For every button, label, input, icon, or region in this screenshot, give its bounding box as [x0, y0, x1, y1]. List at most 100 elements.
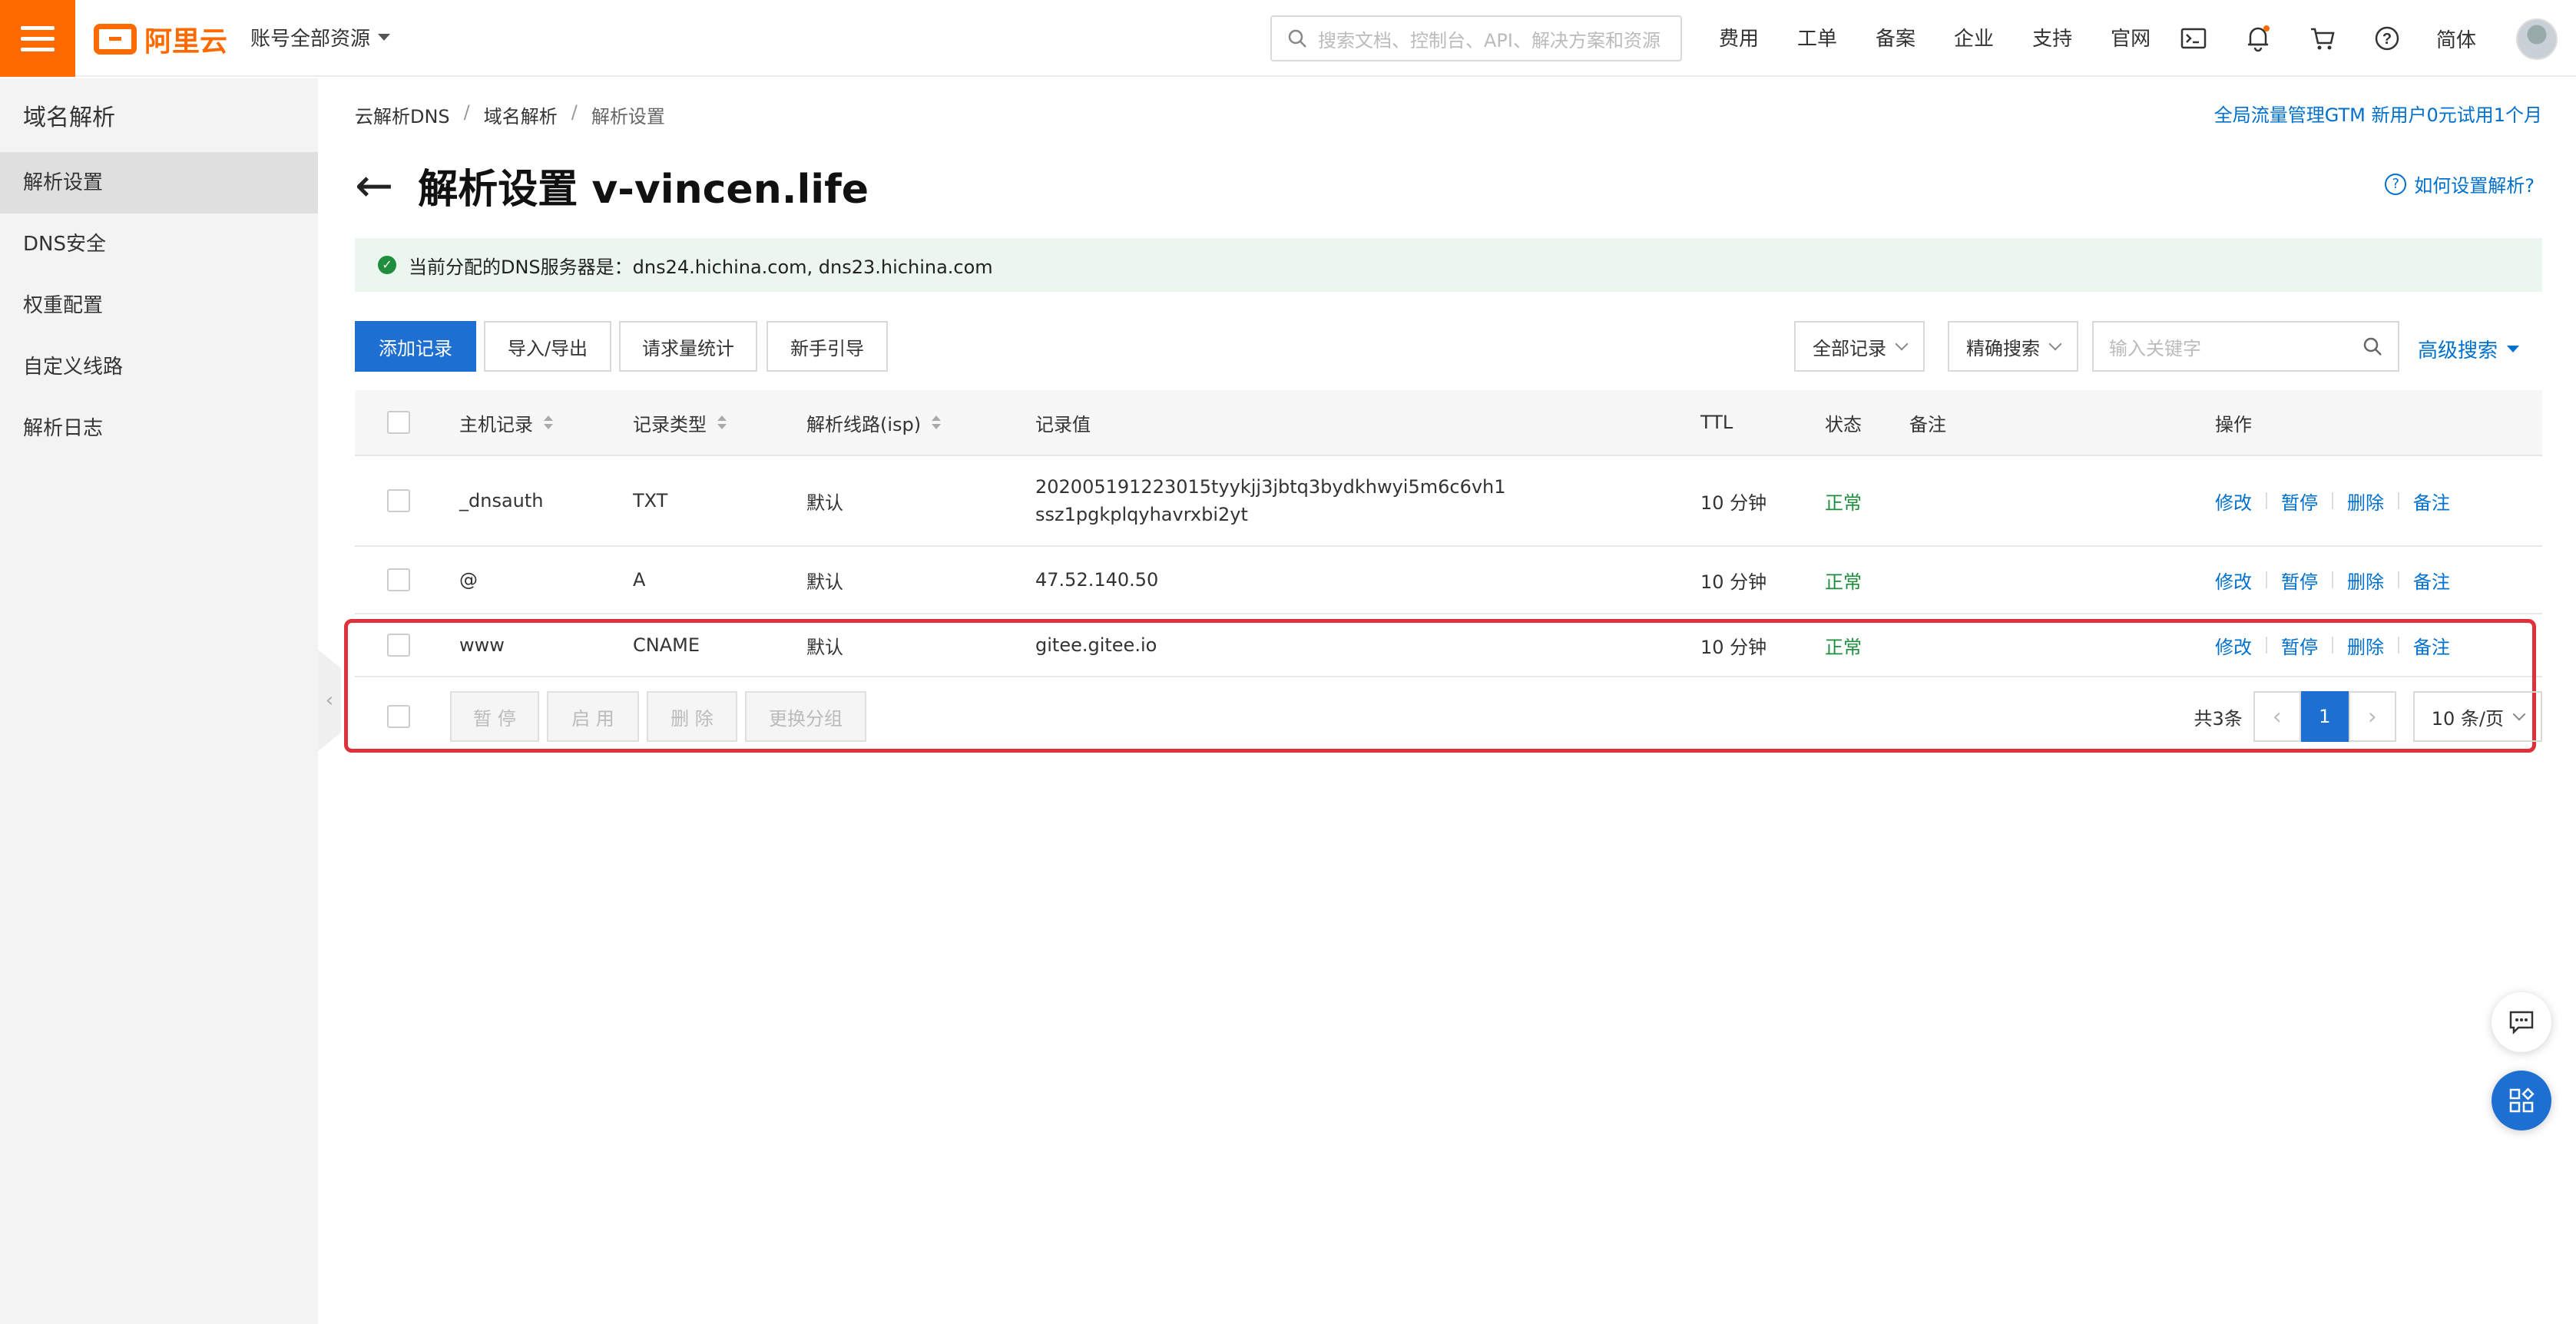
- breadcrumb-cloud-dns[interactable]: 云解析DNS: [355, 101, 450, 128]
- record-filter-value: 全部记录: [1813, 337, 1886, 359]
- page-number-current[interactable]: 1: [2300, 691, 2349, 742]
- page-size-select[interactable]: 10 条/页: [2412, 691, 2542, 742]
- row-checkbox[interactable]: [387, 568, 410, 591]
- delete-link[interactable]: 删除: [2347, 567, 2384, 594]
- request-stats-button[interactable]: 请求量统计: [619, 321, 757, 372]
- sidebar-item-dns-logs[interactable]: 解析日志: [0, 398, 318, 459]
- search-mode-value: 精确搜索: [1966, 337, 2040, 359]
- search-icon[interactable]: [2362, 336, 2382, 356]
- edit-link[interactable]: 修改: [2215, 632, 2252, 659]
- pause-link[interactable]: 暂停: [2281, 632, 2318, 659]
- help-icon[interactable]: ?: [2372, 22, 2402, 55]
- remark-link[interactable]: 备注: [2413, 632, 2450, 659]
- select-all-cell: [387, 390, 410, 455]
- nav-billing[interactable]: 费用: [1719, 23, 1759, 51]
- add-record-button[interactable]: 添加记录: [355, 321, 476, 372]
- sidebar: 域名解析 解析设置 DNS安全 权重配置 自定义线路 解析日志: [0, 78, 318, 1324]
- pause-link[interactable]: 暂停: [2281, 567, 2318, 594]
- remark-link[interactable]: 备注: [2413, 567, 2450, 594]
- avatar[interactable]: [2516, 18, 2558, 60]
- nav-enterprise[interactable]: 企业: [1954, 23, 1994, 51]
- aliyun-logo[interactable]: 阿里云: [94, 22, 227, 58]
- cell-value-line1: 202005191223015tyykjj3jbtq3bydkhwyi5m6c6…: [1035, 476, 1506, 498]
- row-checkbox[interactable]: [387, 634, 410, 657]
- select-all-checkbox[interactable]: [387, 411, 410, 434]
- chat-float-button[interactable]: [2492, 992, 2551, 1052]
- cell-value: 202005191223015tyykjj3jbtq3bydkhwyi5m6c6…: [1035, 456, 1506, 545]
- search-mode-select[interactable]: 精确搜索: [1948, 321, 2078, 372]
- cell-line: 默认: [806, 571, 843, 593]
- prev-page-icon[interactable]: ‹: [2253, 691, 2301, 742]
- cell-value: gitee.gitee.io: [1035, 634, 1157, 656]
- sidebar-item-weight-config[interactable]: 权重配置: [0, 275, 318, 336]
- col-type[interactable]: 记录类型: [633, 390, 727, 455]
- search-placeholder: 搜索文档、控制台、API、解决方案和资源: [1318, 29, 1660, 51]
- total-count: 共3条: [2194, 707, 2243, 730]
- chevron-down-icon: [2048, 337, 2062, 351]
- record-filter-select[interactable]: 全部记录: [1794, 321, 1925, 372]
- col-line[interactable]: 解析线路(isp): [806, 390, 942, 455]
- sidebar-collapse-handle[interactable]: ‹: [318, 650, 341, 751]
- col-ttl: TTL: [1700, 412, 1733, 433]
- gtm-promo-link[interactable]: 全局流量管理GTM 新用户0元试用1个月: [2214, 100, 2542, 127]
- breadcrumb-current: 解析设置: [591, 106, 665, 127]
- caret-down-icon: [2507, 346, 2520, 353]
- global-search-input[interactable]: 搜索文档、控制台、API、解决方案和资源: [1270, 15, 1682, 61]
- advanced-search-toggle[interactable]: 高级搜索: [2418, 335, 2520, 363]
- cell-ttl: 10 分钟: [1700, 571, 1767, 593]
- bell-icon[interactable]: [2243, 22, 2273, 55]
- back-arrow-icon[interactable]: ←: [355, 163, 393, 209]
- cell-ops: 修改 暂停 删除 备注: [2215, 547, 2450, 613]
- breadcrumb-domain-dns[interactable]: 域名解析: [484, 101, 558, 128]
- nav-icp[interactable]: 备案: [1876, 23, 1915, 51]
- cell-type: CNAME: [633, 634, 700, 656]
- nav-official-site[interactable]: 官网: [2111, 23, 2151, 51]
- terminal-icon[interactable]: [2178, 22, 2209, 55]
- edit-link[interactable]: 修改: [2215, 567, 2252, 594]
- delete-link[interactable]: 删除: [2347, 488, 2384, 515]
- page-header: ← 解析设置 v-vincen.life: [355, 157, 869, 214]
- remark-link[interactable]: 备注: [2413, 488, 2450, 515]
- keyword-placeholder: 输入关键字: [2109, 337, 2201, 359]
- svg-text:?: ?: [2382, 31, 2392, 48]
- how-to-setup-help-link[interactable]: ? 如何设置解析?: [2385, 170, 2535, 197]
- col-host[interactable]: 主机记录: [459, 390, 553, 455]
- chevron-down-icon: [1895, 337, 1909, 351]
- apps-float-button[interactable]: [2492, 1071, 2551, 1130]
- language-switch[interactable]: 简体: [2436, 25, 2476, 53]
- col-host-label: 主机记录: [459, 413, 533, 435]
- breadcrumb-separator: /: [463, 101, 470, 123]
- col-line-label: 解析线路(isp): [806, 413, 922, 435]
- menu-icon[interactable]: [0, 0, 75, 77]
- next-page-icon[interactable]: ›: [2348, 691, 2396, 742]
- keyword-input[interactable]: 输入关键字: [2092, 321, 2399, 372]
- sidebar-item-dns-security[interactable]: DNS安全: [0, 213, 318, 275]
- footer-select-all-checkbox[interactable]: [387, 705, 410, 728]
- sidebar-item-dns-settings[interactable]: 解析设置: [0, 152, 318, 213]
- beginner-guide-button[interactable]: 新手引导: [767, 321, 888, 372]
- account-scope-dropdown[interactable]: 账号全部资源: [250, 23, 391, 51]
- col-status: 状态: [1825, 413, 1862, 435]
- batch-pause-button[interactable]: 暂 停: [450, 691, 539, 742]
- change-group-button[interactable]: 更换分组: [745, 691, 866, 742]
- cell-ops: 修改 暂停 删除 备注: [2215, 614, 2450, 676]
- edit-link[interactable]: 修改: [2215, 488, 2252, 515]
- cell-ttl: 10 分钟: [1700, 636, 1767, 658]
- table-row: _dnsauth TXT 默认 202005191223015tyykjj3jb…: [355, 456, 2542, 547]
- sidebar-item-custom-lines[interactable]: 自定义线路: [0, 336, 318, 398]
- table-row: @ A 默认 47.52.140.50 10 分钟 正常 修改 暂停 删除 备注: [355, 547, 2542, 614]
- delete-link[interactable]: 删除: [2347, 632, 2384, 659]
- dns-server-notice: ✓ 当前分配的DNS服务器是：dns24.hichina.com, dns23.…: [355, 238, 2542, 292]
- nav-tickets[interactable]: 工单: [1797, 23, 1837, 51]
- batch-enable-button[interactable]: 启 用: [547, 691, 639, 742]
- cell-value: 47.52.140.50: [1035, 569, 1159, 591]
- cell-ops: 修改 暂停 删除 备注: [2215, 456, 2450, 545]
- nav-support[interactable]: 支持: [2032, 23, 2072, 51]
- pause-link[interactable]: 暂停: [2281, 488, 2318, 515]
- cell-host: @: [459, 569, 478, 591]
- cart-icon[interactable]: [2307, 22, 2338, 55]
- import-export-button[interactable]: 导入/导出: [484, 321, 611, 372]
- row-checkbox[interactable]: [387, 489, 410, 512]
- cell-status: 正常: [1825, 571, 1862, 593]
- batch-delete-button[interactable]: 删 除: [647, 691, 737, 742]
